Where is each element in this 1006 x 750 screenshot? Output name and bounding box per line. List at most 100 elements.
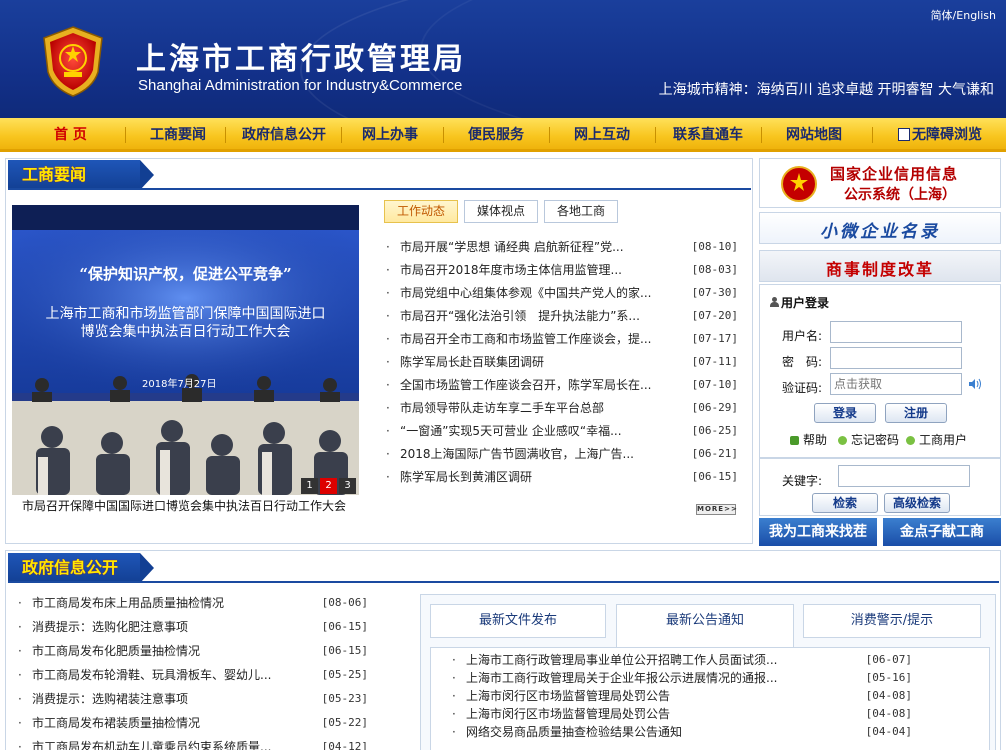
bullet-icon: · — [18, 740, 22, 750]
keyword-input[interactable] — [838, 465, 970, 487]
list-item-title[interactable]: 市工商局发布化肥质量抽检情况 — [32, 644, 200, 658]
list-item-title[interactable]: 市工商局发布机动车儿童乘员约束系统质量... — [32, 740, 271, 750]
forgot-password-link[interactable]: 忘记密码 — [838, 431, 899, 448]
nav-item-sitemap[interactable]: 网站地图 — [786, 118, 842, 152]
nav-item-interaction[interactable]: 网上互动 — [574, 118, 630, 152]
list-item[interactable]: · 消费提示：选购裙装注意事项 [05-23] — [18, 689, 368, 709]
password-input[interactable] — [830, 347, 962, 369]
tab-media-view[interactable]: 媒体视点 — [464, 200, 538, 223]
list-item-date: [05-23] — [321, 692, 368, 705]
list-item[interactable]: · 上海市闵行区市场监督管理局处罚公告 [04-08] — [452, 686, 912, 706]
list-item-date: [06-15] — [691, 470, 738, 483]
list-item-title[interactable]: 上海市闵行区市场监督管理局处罚公告 — [466, 707, 670, 721]
list-item-date: [06-21] — [691, 447, 738, 460]
nav-item-accessibility[interactable]: 无障碍浏览 — [898, 118, 982, 152]
bullet-icon: · — [386, 355, 390, 369]
nav-item-news[interactable]: 工商要闻 — [150, 118, 206, 152]
list-item[interactable]: · 市工商局发布裙装质量抽检情况 [05-22] — [18, 713, 368, 733]
slide-indicator-1[interactable]: 1 — [301, 478, 318, 494]
list-item-title[interactable]: 上海市工商行政管理局关于企业年报公示进展情况的通报... — [466, 671, 777, 685]
list-item[interactable]: · 市局党组中心组集体参观《中国共产党人的家... [07-30] — [386, 283, 738, 303]
news-section-title: 工商要闻 — [8, 160, 140, 190]
business-user-link[interactable]: 工商用户 — [906, 431, 967, 448]
speaker-icon[interactable] — [968, 378, 982, 390]
bullet-icon: · — [386, 263, 390, 277]
captcha-label: 验证码: — [782, 381, 823, 395]
list-item-title[interactable]: 市局党组中心组集体参观《中国共产党人的家... — [400, 286, 651, 300]
tab-local-news[interactable]: 各地工商 — [544, 200, 618, 223]
photo-caption-link[interactable]: 市局召开保障中国国际进口博览会集中执法百日行动工作大会 — [22, 497, 346, 514]
list-item[interactable]: · 陈学军局长赴百联集团调研 [07-11] — [386, 352, 738, 372]
business-reform-banner[interactable]: 商事制度改革 — [759, 250, 1001, 282]
list-item[interactable]: · 市局召开2018年度市场主体信用监管理... [08-03] — [386, 260, 738, 280]
nav-item-gov-info[interactable]: 政府信息公开 — [242, 118, 326, 152]
list-item[interactable]: · 上海市工商行政管理局关于企业年报公示进展情况的通报... [05-16] — [452, 668, 912, 688]
list-item-title[interactable]: 2018上海国际广告节圆满收官，上海广告... — [400, 447, 634, 461]
list-item[interactable]: · 市工商局发布机动车儿童乘员约束系统质量... [04-12] — [18, 737, 368, 750]
list-item-title[interactable]: 消费提示：选购化肥注意事项 — [32, 620, 188, 634]
language-switch-link[interactable]: 简体/English — [931, 7, 996, 23]
login-button[interactable]: 登录 — [814, 403, 876, 423]
bullet-icon: · — [386, 309, 390, 323]
list-item[interactable]: · 上海市闵行区市场监督管理局处罚公告 [04-08] — [452, 704, 912, 724]
tab-work-updates[interactable]: 工作动态 — [384, 200, 458, 223]
register-button[interactable]: 注册 — [885, 403, 947, 423]
feedback-banner[interactable]: 我为工商来找茬 — [759, 518, 877, 546]
help-link[interactable]: 帮助 — [790, 431, 827, 448]
list-item[interactable]: · 市局领导带队走访车享二手车平台总部 [06-29] — [386, 398, 738, 418]
list-item-title[interactable]: 全国市场监管工作座谈会召开，陈学军局长在... — [400, 378, 651, 392]
list-item-title[interactable]: “一窗通”实现5天可营业 企业感叹“幸福... — [400, 424, 622, 438]
list-item-title[interactable]: 市工商局发布床上用品质量抽检情况 — [32, 596, 224, 610]
tab-latest-notices[interactable]: 最新公告通知 — [616, 604, 794, 648]
list-item-title[interactable]: 市工商局发布轮滑鞋、玩具滑板车、婴幼儿... — [32, 668, 271, 682]
list-item-title[interactable]: 市局召开2018年度市场主体信用监管理... — [400, 263, 622, 277]
login-title-text: 用户登录 — [781, 296, 830, 310]
list-item[interactable]: · 市工商局发布化肥质量抽检情况 [06-15] — [18, 641, 368, 661]
list-item[interactable]: · 市局召开全市工商和市场监管工作座谈会，提... [07-17] — [386, 329, 738, 349]
city-slogan: 上海城市精神：海纳百川 追求卓越 开明睿智 大气谦和 — [658, 82, 994, 98]
list-item-title[interactable]: 市局开展“学思想 诵经典 启航新征程”党... — [400, 240, 624, 254]
search-panel: 关键字: 检索 高级检索 — [759, 458, 1001, 516]
list-item-title[interactable]: 陈学军局长到黄浦区调研 — [400, 470, 532, 484]
list-item-title[interactable]: 消费提示：选购裙装注意事项 — [32, 692, 188, 706]
tab-latest-docs[interactable]: 最新文件发布 — [430, 604, 606, 638]
nav-item-convenience[interactable]: 便民服务 — [468, 118, 524, 152]
captcha-input[interactable] — [830, 373, 962, 395]
list-item-title[interactable]: 网络交易商品质量抽查检验结果公告通知 — [466, 725, 682, 739]
bullet-icon: · — [386, 240, 390, 254]
nav-item-contact[interactable]: 联系直通车 — [673, 118, 743, 152]
emblem-icon[interactable] — [38, 24, 108, 98]
list-item[interactable]: · 全国市场监管工作座谈会召开，陈学军局长在... [07-10] — [386, 375, 738, 395]
list-item[interactable]: · 市工商局发布轮滑鞋、玩具滑板车、婴幼儿... [05-25] — [18, 665, 368, 685]
list-item[interactable]: · 消费提示：选购化肥注意事项 [06-15] — [18, 617, 368, 637]
micro-enterprise-banner[interactable]: 小微企业名录 — [759, 212, 1001, 244]
advanced-search-button[interactable]: 高级检索 — [884, 493, 950, 513]
list-item-title[interactable]: 上海市闵行区市场监督管理局处罚公告 — [466, 689, 670, 703]
list-item-title[interactable]: 市局领导带队走访车享二手车平台总部 — [400, 401, 604, 415]
list-item-title[interactable]: 陈学军局长赴百联集团调研 — [400, 355, 544, 369]
tab-consumer-alerts[interactable]: 消费警示/提示 — [803, 604, 981, 638]
nav-item-home[interactable]: 首 页 — [54, 118, 87, 152]
bullet-icon: · — [18, 692, 22, 706]
username-input[interactable] — [830, 321, 962, 343]
search-button[interactable]: 检索 — [812, 493, 878, 513]
credit-system-banner[interactable]: 国家企业信用信息 公示系统（上海） — [759, 158, 1001, 208]
list-item[interactable]: · “一窗通”实现5天可营业 企业感叹“幸福... [06-25] — [386, 421, 738, 441]
list-item-title[interactable]: 市局召开全市工商和市场监管工作座谈会，提... — [400, 332, 651, 346]
slide-indicator-3[interactable]: 3 — [339, 478, 356, 494]
list-item[interactable]: · 上海市工商行政管理局事业单位公开招聘工作人员面试须... [06-07] — [452, 650, 912, 670]
list-item-title[interactable]: 市局召开“强化法治引领 提升执法能力”系... — [400, 309, 640, 323]
list-item[interactable]: · 市工商局发布床上用品质量抽检情况 [08-06] — [18, 593, 368, 613]
list-item[interactable]: · 市局召开“强化法治引领 提升执法能力”系... [07-20] — [386, 306, 738, 326]
news-more-button[interactable]: MORE>> — [696, 504, 737, 515]
nav-item-online-services[interactable]: 网上办事 — [362, 118, 418, 152]
list-item[interactable]: · 2018上海国际广告节圆满收官，上海广告... [06-21] — [386, 444, 738, 464]
slide-indicator-2[interactable]: 2 — [320, 478, 337, 494]
list-item-title[interactable]: 市工商局发布裙装质量抽检情况 — [32, 716, 200, 730]
list-item-title[interactable]: 上海市工商行政管理局事业单位公开招聘工作人员面试须... — [466, 653, 777, 667]
list-item[interactable]: · 市局开展“学思想 诵经典 启航新征程”党... [08-10] — [386, 237, 738, 257]
list-item[interactable]: · 陈学军局长到黄浦区调研 [06-15] — [386, 467, 738, 487]
suggestion-banner[interactable]: 金点子献工商 — [883, 518, 1001, 546]
list-item[interactable]: · 网络交易商品质量抽查检验结果公告通知 [04-04] — [452, 722, 912, 742]
news-slideshow-photo[interactable]: “保护知识产权，促进公平竞争” 上海市工商和市场监管部门保障中国国际进口 博览会… — [12, 205, 359, 495]
